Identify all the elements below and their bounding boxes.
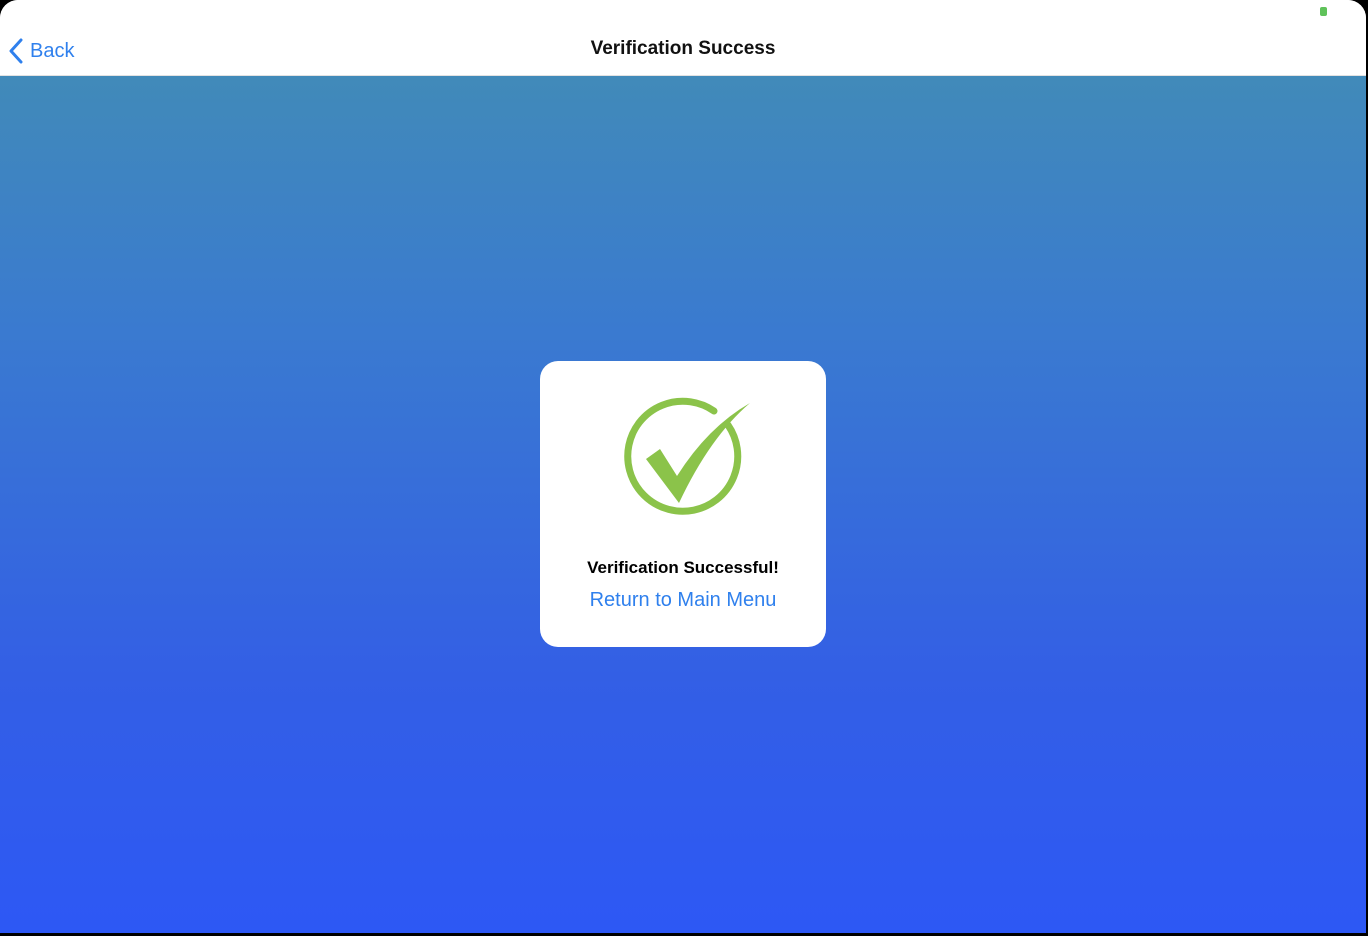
- check-circle-icon: [610, 397, 760, 527]
- page-title: Verification Success: [590, 38, 776, 59]
- success-card: Verification Successful! Return to Main …: [540, 361, 826, 647]
- app-screen: Back Verification Success Verification S…: [0, 0, 1366, 933]
- navigation-bar: Back Verification Success: [0, 0, 1366, 76]
- status-indicator: [1320, 7, 1327, 16]
- return-to-main-menu-link[interactable]: Return to Main Menu: [540, 589, 826, 612]
- success-message: Verification Successful!: [587, 558, 779, 577]
- main-content: Verification Successful! Return to Main …: [0, 76, 1366, 933]
